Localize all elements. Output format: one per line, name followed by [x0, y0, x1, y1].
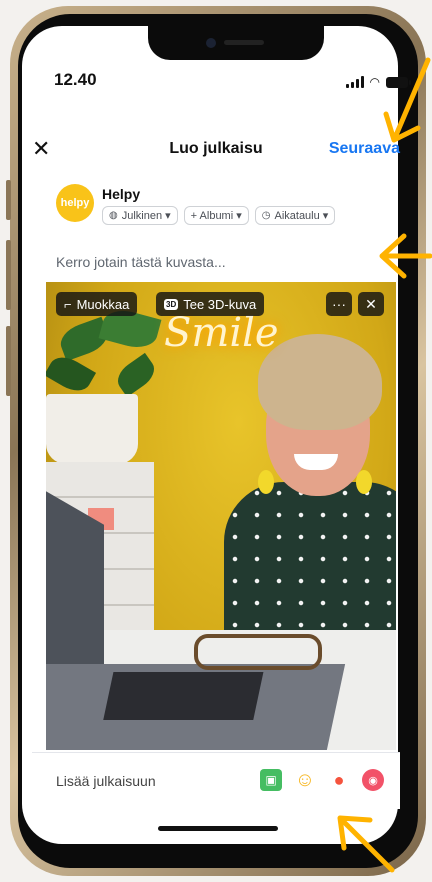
clock-icon: ◷ [261, 210, 271, 221]
album-selector[interactable]: + Albumi ▾ [183, 206, 249, 225]
schedule-selector[interactable]: ◷ Aikataulu ▾ [254, 206, 336, 225]
wifi-icon: ◠ [369, 75, 380, 89]
notch [148, 26, 324, 60]
signal-icon [345, 76, 364, 88]
arrow-icon [337, 815, 395, 873]
volume-down-button [6, 326, 11, 396]
caption-input[interactable]: Kerro jotain tästä kuvasta... [56, 254, 226, 270]
author-name: Helpy [102, 186, 141, 202]
location-icon[interactable]: ● [328, 769, 350, 791]
globe-icon: ◍ [109, 210, 118, 221]
crop-icon: ⌐ [64, 296, 72, 312]
avatar: helpy [56, 184, 94, 222]
add-to-post-label: Lisää julkaisuun [56, 773, 156, 789]
audience-selector[interactable]: ◍ Julkinen ▾ [102, 206, 178, 225]
arrow-icon [379, 233, 432, 279]
home-indicator [158, 826, 278, 831]
photo-icon[interactable]: ▣ [260, 769, 282, 791]
remove-photo-button[interactable]: ✕ [358, 292, 384, 316]
gif-icon[interactable]: ◉ [362, 769, 384, 791]
photo-preview: Smile ⌐ Muokkaa 3D Tee 3D-kuva ··· ✕ [46, 282, 396, 750]
arrow-icon [383, 57, 431, 143]
more-options-button[interactable]: ··· [326, 292, 352, 316]
edit-photo-button[interactable]: ⌐ Muokkaa [56, 292, 138, 316]
add-to-post-bar[interactable]: Lisää julkaisuun ▣ ☺ ● ◉ [32, 752, 400, 809]
make-3d-button[interactable]: 3D Tee 3D-kuva [156, 292, 265, 316]
status-time: 12.40 [54, 70, 97, 89]
neon-sign: Smile [164, 310, 279, 356]
volume-up-button [6, 240, 11, 310]
top-nav: ✕ Luo julkaisu Seuraava [24, 130, 408, 170]
status-bar: 12.40 ◠ [24, 70, 411, 96]
mute-switch [6, 180, 11, 220]
3d-icon: 3D [164, 298, 179, 310]
emoji-icon[interactable]: ☺ [294, 769, 316, 791]
